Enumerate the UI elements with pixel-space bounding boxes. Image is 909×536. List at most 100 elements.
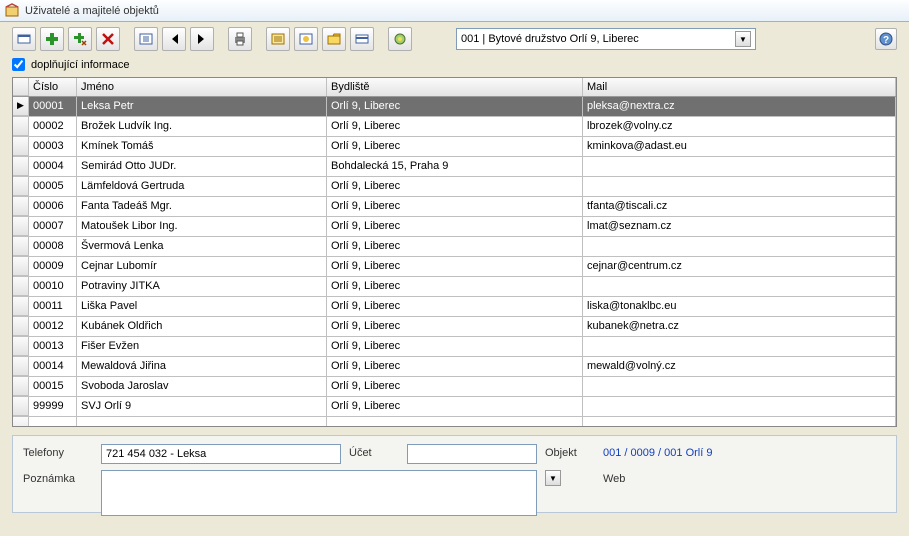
cell-number: 99999 xyxy=(29,397,77,416)
col-indicator[interactable] xyxy=(13,78,29,96)
cell-address: Orlí 9, Liberec xyxy=(327,377,583,396)
grid-body[interactable]: ▶00001Leksa PetrOrlí 9, Liberecpleksa@ne… xyxy=(13,97,896,427)
cell-address: Orlí 9, Liberec xyxy=(327,137,583,156)
row-indicator xyxy=(13,317,29,336)
cell-name: Matoušek Libor Ing. xyxy=(77,217,327,236)
table-row[interactable]: 00012Kubánek OldřichOrlí 9, Libereckuban… xyxy=(13,317,896,337)
phone-input[interactable] xyxy=(101,444,341,464)
table-row[interactable]: 00003Kmínek TomášOrlí 9, Libereckminkova… xyxy=(13,137,896,157)
cell-mail xyxy=(583,417,896,427)
object-dropdown[interactable]: 001 | Bytové družstvo Orlí 9, Liberec ▼ xyxy=(456,28,756,50)
toolbar: 001 | Bytové družstvo Orlí 9, Liberec ▼ … xyxy=(0,22,909,56)
cell-name: Švermová Lenka xyxy=(77,237,327,256)
row-indicator xyxy=(13,357,29,376)
web-label: Web xyxy=(603,470,886,485)
cell-name: Mewaldová Jiřina xyxy=(77,357,327,376)
card-button[interactable] xyxy=(350,27,374,51)
table-row[interactable]: 00005Lämfeldová GertrudaOrlí 9, Liberec xyxy=(13,177,896,197)
col-number[interactable]: Číslo xyxy=(29,78,77,96)
table-row[interactable] xyxy=(13,417,896,427)
table-row[interactable]: 00011Liška PavelOrlí 9, Liberecliska@ton… xyxy=(13,297,896,317)
refresh-button[interactable] xyxy=(134,27,158,51)
cell-address: Orlí 9, Liberec xyxy=(327,217,583,236)
add-alt-button[interactable] xyxy=(68,27,92,51)
table-row[interactable]: 00015Svoboda JaroslavOrlí 9, Liberec xyxy=(13,377,896,397)
table-row[interactable]: 00010Potraviny JITKAOrlí 9, Liberec xyxy=(13,277,896,297)
cell-name: Semirád Otto JUDr. xyxy=(77,157,327,176)
cell-number: 00002 xyxy=(29,117,77,136)
row-indicator xyxy=(13,297,29,316)
row-indicator xyxy=(13,217,29,236)
cell-mail xyxy=(583,277,896,296)
account-label: Účet xyxy=(349,444,399,459)
note-textarea[interactable] xyxy=(101,470,537,516)
table-row[interactable]: ▶00001Leksa PetrOrlí 9, Liberecpleksa@ne… xyxy=(13,97,896,117)
last-button[interactable] xyxy=(190,27,214,51)
cell-mail: lbrozek@volny.cz xyxy=(583,117,896,136)
row-indicator xyxy=(13,337,29,356)
supplementary-checkbox[interactable] xyxy=(12,58,25,71)
col-address[interactable]: Bydliště xyxy=(327,78,583,96)
supplementary-checkbox-row: doplňující informace xyxy=(0,56,909,77)
object-link[interactable]: 001 / 0009 / 001 Orlí 9 xyxy=(603,444,886,459)
detail-pane: Telefony Účet Objekt 001 / 0009 / 001 Or… xyxy=(12,435,897,513)
row-indicator xyxy=(13,277,29,296)
table-row[interactable]: 00006Fanta Tadeáš Mgr.Orlí 9, Liberectfa… xyxy=(13,197,896,217)
tool1-button[interactable] xyxy=(266,27,290,51)
first-button[interactable] xyxy=(162,27,186,51)
cell-address: Orlí 9, Liberec xyxy=(327,97,583,116)
cell-name: Lämfeldová Gertruda xyxy=(77,177,327,196)
tool2-button[interactable] xyxy=(294,27,318,51)
star-button[interactable] xyxy=(388,27,412,51)
cell-name: Brožek Ludvík Ing. xyxy=(77,117,327,136)
cell-address: Orlí 9, Liberec xyxy=(327,317,583,336)
cell-number: 00004 xyxy=(29,157,77,176)
col-mail[interactable]: Mail xyxy=(583,78,896,96)
cell-mail: lmat@seznam.cz xyxy=(583,217,896,236)
table-row[interactable]: 00008Švermová LenkaOrlí 9, Liberec xyxy=(13,237,896,257)
cell-number: 00009 xyxy=(29,257,77,276)
row-indicator xyxy=(13,137,29,156)
cell-mail: cejnar@centrum.cz xyxy=(583,257,896,276)
cell-name: Potraviny JITKA xyxy=(77,277,327,296)
table-row[interactable]: 00007Matoušek Libor Ing.Orlí 9, Liberecl… xyxy=(13,217,896,237)
cell-mail: pleksa@nextra.cz xyxy=(583,97,896,116)
chevron-down-icon: ▼ xyxy=(735,31,751,47)
cell-name xyxy=(77,417,327,427)
scroll-down-icon[interactable]: ▼ xyxy=(545,470,561,486)
cell-number: 00006 xyxy=(29,197,77,216)
edit-button[interactable] xyxy=(12,27,36,51)
cell-mail: mewald@volný.cz xyxy=(583,357,896,376)
table-row[interactable]: 99999SVJ Orlí 9Orlí 9, Liberec xyxy=(13,397,896,417)
cell-mail: liska@tonaklbc.eu xyxy=(583,297,896,316)
cell-address: Orlí 9, Liberec xyxy=(327,397,583,416)
add-button[interactable] xyxy=(40,27,64,51)
table-row[interactable]: 00013Fišer EvženOrlí 9, Liberec xyxy=(13,337,896,357)
open-button[interactable] xyxy=(322,27,346,51)
delete-button[interactable] xyxy=(96,27,120,51)
help-button[interactable]: ? xyxy=(875,28,897,50)
cell-number: 00005 xyxy=(29,177,77,196)
data-grid: Číslo Jméno Bydliště Mail ▶00001Leksa Pe… xyxy=(12,77,897,427)
row-indicator xyxy=(13,377,29,396)
cell-address: Orlí 9, Liberec xyxy=(327,237,583,256)
table-row[interactable]: 00014Mewaldová JiřinaOrlí 9, Liberecmewa… xyxy=(13,357,896,377)
table-row[interactable]: 00009Cejnar LubomírOrlí 9, Libereccejnar… xyxy=(13,257,896,277)
cell-address: Orlí 9, Liberec xyxy=(327,177,583,196)
cell-mail xyxy=(583,377,896,396)
cell-mail: tfanta@tiscali.cz xyxy=(583,197,896,216)
cell-address xyxy=(327,417,583,427)
row-indicator xyxy=(13,197,29,216)
row-indicator xyxy=(13,237,29,256)
cell-mail: kubanek@netra.cz xyxy=(583,317,896,336)
cell-mail xyxy=(583,157,896,176)
cell-address: Orlí 9, Liberec xyxy=(327,357,583,376)
col-name[interactable]: Jméno xyxy=(77,78,327,96)
cell-address: Orlí 9, Liberec xyxy=(327,337,583,356)
table-row[interactable]: 00002Brožek Ludvík Ing.Orlí 9, Libereclb… xyxy=(13,117,896,137)
account-input[interactable] xyxy=(407,444,537,464)
cell-name: Cejnar Lubomír xyxy=(77,257,327,276)
print-button[interactable] xyxy=(228,27,252,51)
cell-name: Fanta Tadeáš Mgr. xyxy=(77,197,327,216)
table-row[interactable]: 00004Semirád Otto JUDr.Bohdalecká 15, Pr… xyxy=(13,157,896,177)
